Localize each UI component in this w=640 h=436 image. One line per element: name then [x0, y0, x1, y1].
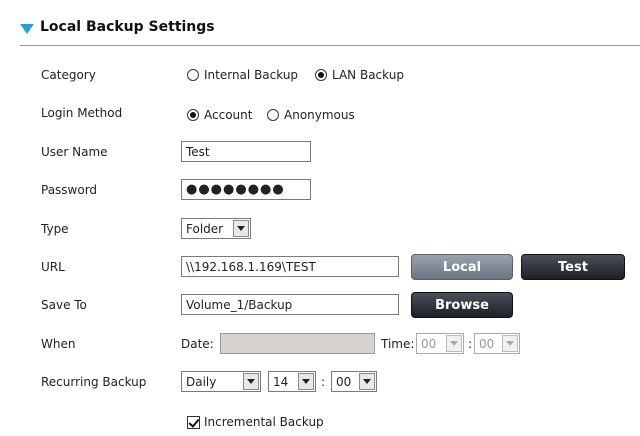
type-label: Type	[41, 222, 69, 236]
user-name-input[interactable]: Test	[181, 141, 311, 162]
when-minute-select[interactable]: 00	[474, 333, 520, 354]
type-select[interactable]: Folder	[181, 218, 251, 239]
login-anonymous-radio[interactable]: Anonymous	[267, 108, 355, 122]
chevron-down-icon[interactable]	[243, 373, 259, 390]
when-label: When	[41, 337, 76, 351]
incremental-backup-label: Incremental Backup	[204, 415, 324, 429]
url-input[interactable]: \\192.168.1.169\TEST	[181, 256, 399, 277]
category-lan-radio[interactable]: LAN Backup	[315, 68, 404, 82]
divider	[20, 45, 640, 46]
login-account-radio[interactable]: Account	[187, 108, 252, 122]
radio-icon[interactable]	[187, 69, 199, 81]
radio-selected-icon[interactable]	[187, 109, 199, 121]
recurring-hour-select[interactable]: 14	[268, 371, 316, 392]
expand-triangle-icon[interactable]	[20, 24, 34, 34]
local-button[interactable]: Local	[411, 254, 513, 280]
recurring-label: Recurring Backup	[41, 375, 147, 389]
password-input[interactable]: ●●●●●●●●	[181, 179, 311, 200]
chevron-down-icon[interactable]	[298, 373, 314, 390]
checkbox-checked-icon[interactable]	[187, 415, 200, 429]
date-input[interactable]	[220, 333, 375, 354]
recurring-separator: :	[321, 375, 326, 389]
incremental-backup-checkbox[interactable]: Incremental Backup	[187, 415, 324, 429]
recurring-minute-select[interactable]: 00	[331, 371, 377, 392]
browse-button[interactable]: Browse	[411, 292, 513, 318]
url-label: URL	[41, 260, 65, 274]
save-to-label: Save To	[41, 298, 87, 312]
chevron-down-icon[interactable]	[233, 220, 249, 237]
section-title: Local Backup Settings	[40, 19, 215, 35]
password-label: Password	[41, 183, 98, 197]
date-label: Date:	[181, 337, 214, 351]
category-internal-label: Internal Backup	[204, 68, 299, 82]
login-anonymous-label: Anonymous	[284, 108, 355, 122]
when-minute-value: 00	[479, 336, 495, 351]
recurring-frequency-value: Daily	[186, 374, 217, 389]
category-internal-radio[interactable]: Internal Backup	[187, 68, 298, 82]
login-account-label: Account	[204, 108, 253, 122]
category-label: Category	[41, 68, 96, 82]
chevron-down-icon[interactable]	[446, 335, 462, 352]
time-separator: :	[468, 337, 473, 351]
recurring-hour-value: 14	[273, 374, 289, 389]
test-button[interactable]: Test	[521, 254, 625, 280]
save-to-input[interactable]: Volume_1/Backup	[181, 294, 399, 315]
user-name-label: User Name	[41, 145, 108, 159]
time-label: Time:	[381, 337, 415, 351]
recurring-minute-value: 00	[336, 374, 352, 389]
type-select-value: Folder	[186, 221, 224, 236]
chevron-down-icon[interactable]	[502, 335, 518, 352]
when-hour-value: 00	[421, 336, 437, 351]
radio-icon[interactable]	[267, 109, 279, 121]
chevron-down-icon[interactable]	[359, 373, 375, 390]
category-lan-label: LAN Backup	[332, 68, 404, 82]
radio-selected-icon[interactable]	[315, 69, 327, 81]
recurring-frequency-select[interactable]: Daily	[181, 371, 261, 392]
login-method-label: Login Method	[41, 106, 123, 120]
when-hour-select[interactable]: 00	[416, 333, 464, 354]
